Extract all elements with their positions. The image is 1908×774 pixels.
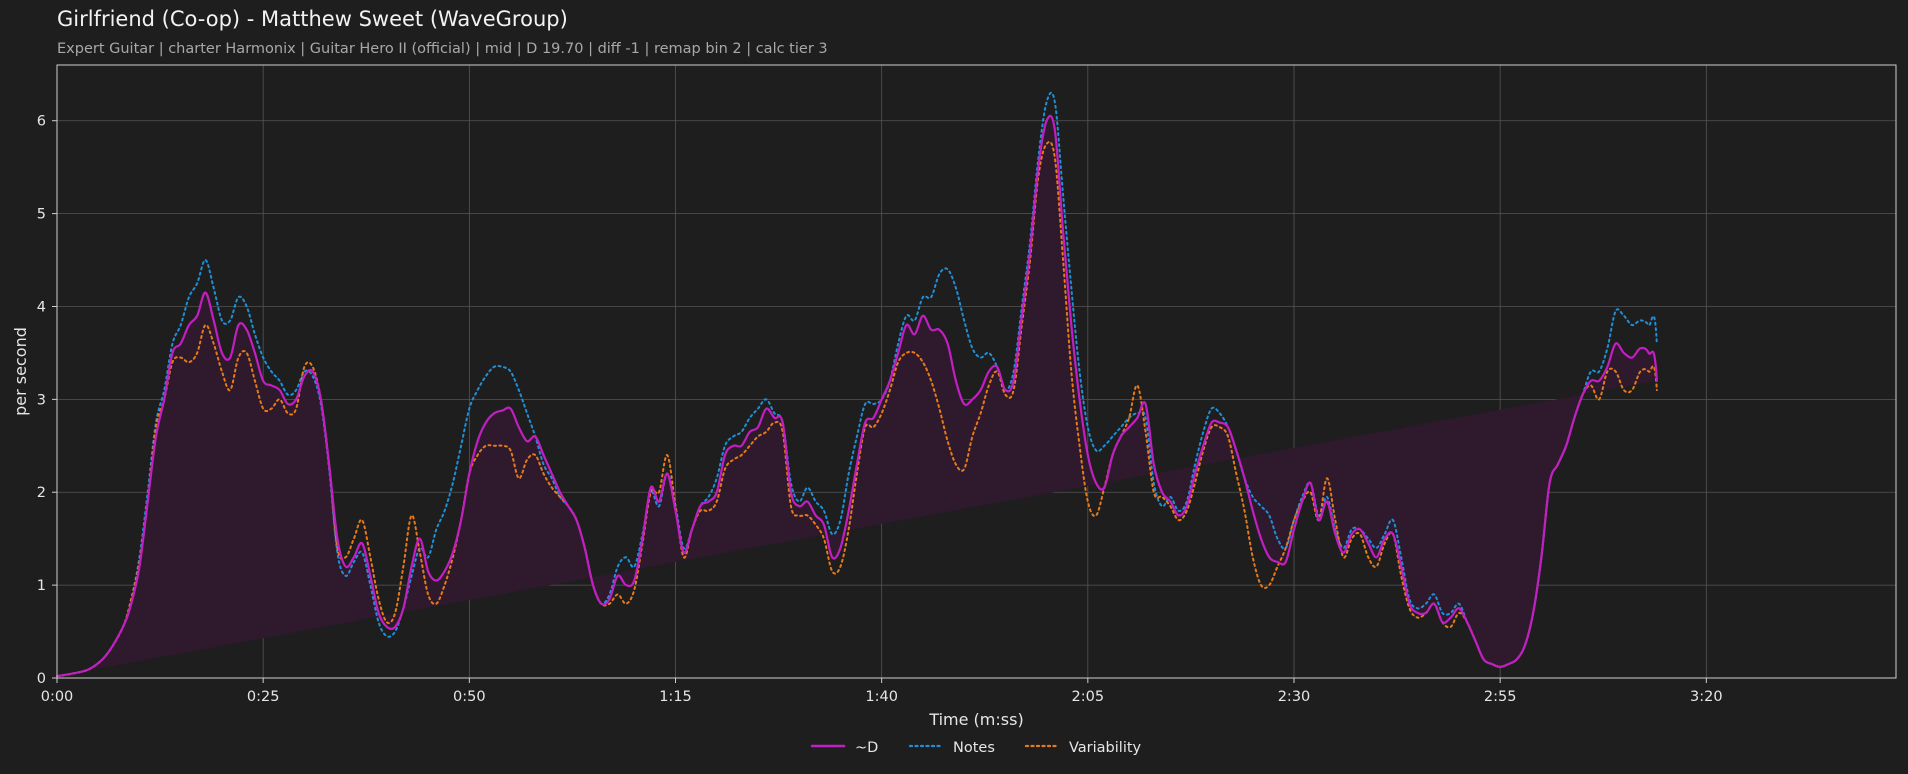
y-tick-label: 3	[37, 392, 46, 408]
x-tick-label: 0:25	[247, 689, 280, 705]
x-tick-label: 1:40	[865, 689, 898, 705]
x-tick-label: 1:15	[659, 689, 692, 705]
y-tick-label: 1	[37, 578, 46, 594]
x-tick-label: 2:05	[1072, 689, 1105, 705]
legend-label: Variability	[1069, 740, 1142, 756]
legend: ~D Notes Variability	[810, 740, 1142, 756]
x-tick-label: 2:30	[1278, 689, 1311, 705]
y-tick-label: 0	[37, 671, 46, 687]
x-tick-label: 0:00	[41, 689, 74, 705]
x-tick-label: 2:55	[1484, 689, 1517, 705]
x-tick-label: 3:20	[1690, 689, 1723, 705]
chart-canvas: 0:00 0:25 0:50 1:15 1:40 2:05 2:30 2:55 3:20 0 1 2 3…	[11, 64, 1897, 756]
y-tick-label: 6	[37, 114, 46, 130]
y-tick-label: 4	[37, 299, 46, 315]
legend-label: Notes	[953, 740, 995, 756]
y-tick-label: 5	[37, 207, 46, 223]
y-axis-title: per second	[11, 327, 30, 416]
legend-label: ~D	[855, 740, 878, 756]
x-tick-label: 0:50	[453, 689, 486, 705]
x-axis-title: Time (m:ss)	[928, 710, 1023, 729]
y-tick-label: 2	[37, 485, 46, 501]
